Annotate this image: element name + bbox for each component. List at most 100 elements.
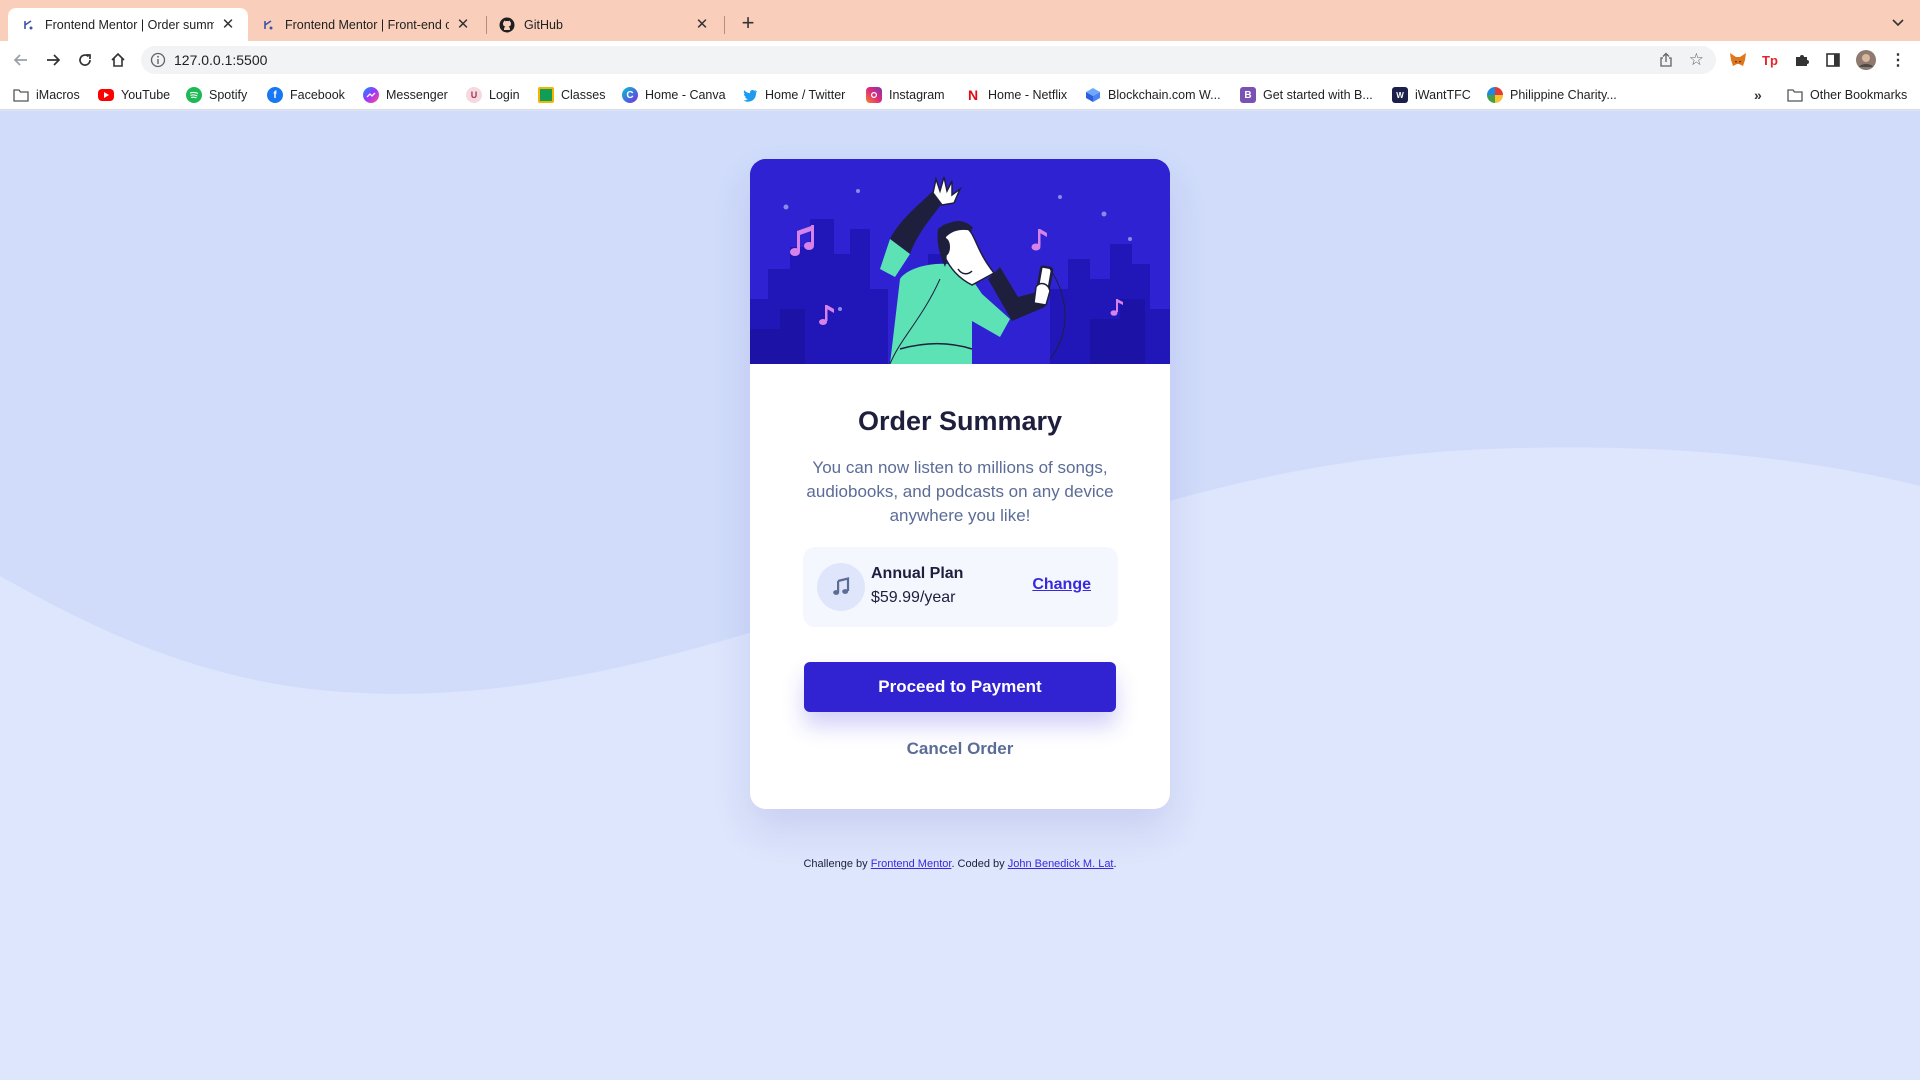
cancel-order-button[interactable]: Cancel Order: [860, 739, 1060, 759]
hero-illustration: [750, 159, 1170, 364]
twitter-icon: [742, 87, 758, 103]
bootstrap-icon: B: [1240, 87, 1256, 103]
proceed-to-payment-button[interactable]: Proceed to Payment: [804, 662, 1116, 712]
address-bar[interactable]: 127.0.0.1:5500 ☆: [141, 46, 1716, 74]
tab-close-icon[interactable]: ✕: [694, 16, 710, 33]
tab-search-chevron-down-icon[interactable]: [1890, 14, 1906, 30]
card-description: You can now listen to millions of songs,…: [806, 458, 1114, 525]
bookmark-label: YouTube: [121, 88, 171, 102]
reload-icon[interactable]: [75, 50, 95, 70]
bookmark-label: Messenger: [386, 88, 448, 102]
bookmark-classes[interactable]: Classes: [538, 86, 605, 104]
forward-arrow-icon[interactable]: [43, 50, 63, 70]
bookmark-label: iWantTFC: [1415, 88, 1471, 102]
page-viewport: Order Summary You can now listen to mill…: [0, 111, 1920, 1080]
plan-box: Annual Plan $59.99/year Change: [803, 547, 1118, 627]
home-icon[interactable]: [108, 50, 128, 70]
frontend-mentor-favicon-icon: [260, 17, 276, 33]
bookmark-label: Home - Netflix: [988, 88, 1068, 102]
more-bookmarks-chevron-icon[interactable]: »: [1754, 87, 1762, 103]
plan-price: $59.99/year: [871, 589, 956, 606]
frontend-mentor-link[interactable]: Frontend Mentor: [871, 858, 952, 870]
music-icon: [817, 563, 865, 611]
bookmark-imacros[interactable]: iMacros: [13, 86, 80, 104]
bookmark-label: Get started with B...: [1263, 88, 1373, 102]
bookmark-login[interactable]: U Login: [466, 86, 520, 104]
plan-name: Annual Plan: [871, 565, 964, 582]
bookmark-label: iMacros: [36, 88, 80, 102]
bookmark-netflix[interactable]: N Home - Netflix: [965, 86, 1067, 104]
metamask-extension-icon[interactable]: [1728, 50, 1748, 70]
bookmark-label: Philippine Charity...: [1510, 88, 1617, 102]
extensions-puzzle-icon[interactable]: [1792, 50, 1812, 70]
bookmark-blockchain[interactable]: Blockchain.com W...: [1085, 86, 1221, 104]
order-summary-card: Order Summary You can now listen to mill…: [750, 159, 1170, 809]
classroom-icon: [538, 87, 554, 103]
blockchain-icon: [1085, 87, 1101, 103]
folder-icon: [1787, 87, 1803, 103]
share-icon[interactable]: [1658, 52, 1674, 68]
bookmark-star-icon[interactable]: ☆: [1689, 50, 1704, 70]
spotify-icon: [186, 87, 202, 103]
bookmark-messenger[interactable]: Messenger: [363, 86, 448, 104]
tab-title: Frontend Mentor | Order summ: [45, 17, 214, 32]
github-icon: [499, 17, 515, 33]
bookmark-label: Spotify: [209, 88, 248, 102]
change-plan-link[interactable]: Change: [1032, 576, 1091, 594]
tp-extension-icon[interactable]: Tp: [1760, 50, 1780, 70]
tab-close-icon[interactable]: ✕: [455, 16, 471, 33]
bookmark-youtube[interactable]: YouTube: [98, 86, 170, 104]
iwanttfc-icon: W: [1392, 87, 1408, 103]
tab-close-icon[interactable]: ✕: [220, 16, 236, 33]
bookmark-bootstrap[interactable]: B Get started with B...: [1240, 86, 1373, 104]
bookmark-label: Classes: [561, 88, 606, 102]
tab-title: GitHub: [524, 17, 563, 32]
bookmark-canva[interactable]: C Home - Canva: [622, 86, 726, 104]
bookmark-iwanttfc[interactable]: W iWantTFC: [1392, 86, 1471, 104]
pcso-icon: [1487, 87, 1503, 103]
bookmark-label: Blockchain.com W...: [1108, 88, 1221, 102]
instagram-icon: [866, 87, 882, 103]
bookmark-twitter[interactable]: Home / Twitter: [742, 86, 845, 104]
facebook-icon: f: [267, 87, 283, 103]
tab-title: Frontend Mentor | Front-end c: [285, 17, 449, 32]
page-title: Order Summary: [857, 406, 1063, 436]
tab-order-summary[interactable]: Frontend Mentor | Order summ ✕: [8, 8, 248, 41]
netflix-icon: N: [967, 87, 979, 103]
browser-menu-kebab-icon[interactable]: ⋮: [1888, 50, 1908, 70]
bookmark-label: Home - Canva: [645, 88, 726, 102]
other-bookmarks-folder[interactable]: Other Bookmarks: [1787, 86, 1907, 104]
bookmark-instagram[interactable]: Instagram: [866, 86, 945, 104]
tab-separator: [724, 16, 725, 34]
browser-toolbar: 127.0.0.1:5500 ☆ Tp ⋮: [0, 41, 1920, 79]
bookmark-label: Home / Twitter: [765, 88, 846, 102]
attribution: Challenge by Frontend Mentor. Coded by J…: [0, 858, 1920, 870]
messenger-icon: [363, 87, 379, 103]
tab-frontend-mentor[interactable]: Frontend Mentor | Front-end c ✕: [248, 8, 483, 41]
login-icon: U: [466, 87, 482, 103]
bookmark-pcso[interactable]: Philippine Charity...: [1487, 86, 1617, 104]
new-tab-plus-icon[interactable]: +: [736, 12, 760, 36]
profile-avatar[interactable]: [1856, 50, 1876, 70]
canva-icon: C: [622, 87, 638, 103]
tab-github[interactable]: GitHub ✕: [487, 8, 722, 41]
bookmark-label: Facebook: [290, 88, 345, 102]
bookmark-label: Other Bookmarks: [1810, 88, 1908, 102]
bookmark-spotify[interactable]: Spotify: [186, 86, 247, 104]
bookmark-label: Login: [489, 88, 520, 102]
side-panel-icon[interactable]: [1823, 50, 1843, 70]
attribution-text: . Coded by: [951, 858, 1005, 870]
attribution-text: .: [1113, 858, 1117, 870]
browser-tab-strip: Frontend Mentor | Order summ ✕ Frontend …: [0, 0, 1920, 41]
bookmarks-bar: iMacros YouTube Spotify f Facebook Messe…: [0, 79, 1920, 110]
url-text: 127.0.0.1:5500: [174, 52, 268, 68]
attribution-text: Challenge by: [803, 858, 868, 870]
frontend-mentor-favicon-icon: [20, 17, 36, 33]
back-arrow-icon[interactable]: [11, 50, 31, 70]
youtube-icon: [98, 89, 114, 101]
site-info-icon[interactable]: [150, 52, 166, 68]
bookmark-label: Instagram: [889, 88, 945, 102]
author-link[interactable]: John Benedick M. Lat: [1008, 858, 1114, 870]
bookmark-facebook[interactable]: f Facebook: [267, 86, 345, 104]
folder-icon: [13, 87, 29, 103]
